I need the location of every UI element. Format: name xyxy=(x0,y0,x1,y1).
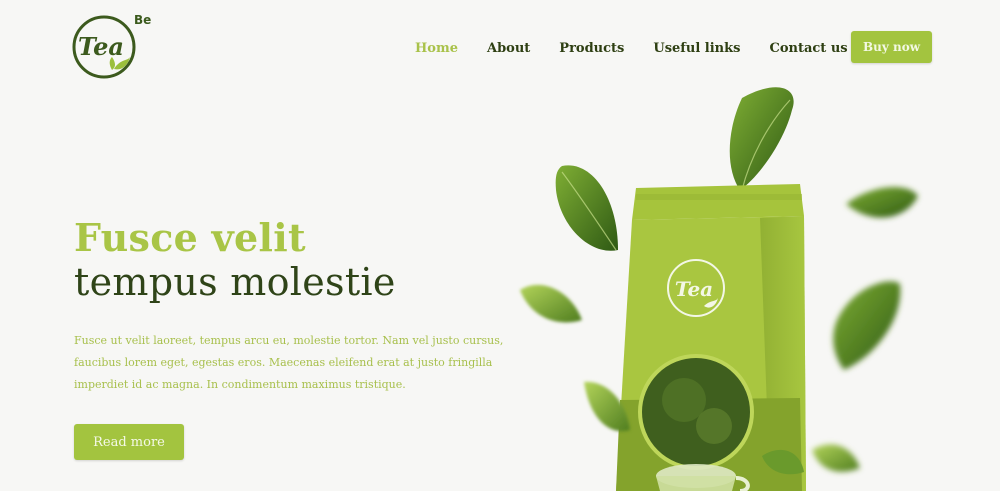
tea-bag: Tea xyxy=(616,184,806,491)
leaf-icon xyxy=(555,165,618,251)
nav-item-contact-us[interactable]: Contact us xyxy=(769,41,847,56)
nav-item-useful-links[interactable]: Useful links xyxy=(653,41,740,56)
read-more-button[interactable]: Read more xyxy=(74,424,184,460)
leaf-icon xyxy=(520,284,582,323)
buy-now-button[interactable]: Buy now xyxy=(851,31,932,63)
hero-title-line2: tempus molestie xyxy=(74,260,396,304)
leaf-icon xyxy=(833,281,901,370)
tea-package-illustration: Tea xyxy=(500,80,1000,491)
nav-item-about[interactable]: About xyxy=(487,41,530,56)
package-logo-text: Tea xyxy=(675,277,713,301)
nav-item-products[interactable]: Products xyxy=(559,41,624,56)
nav-item-home[interactable]: Home xyxy=(415,41,458,56)
logo-text: Tea xyxy=(78,32,124,61)
leaf-icon xyxy=(812,444,860,472)
main-nav: Home About Products Useful links Contact… xyxy=(415,39,877,57)
brand-logo[interactable]: Tea Be xyxy=(70,13,152,83)
tea-logo-icon: Tea xyxy=(72,15,136,79)
hero-description: Fusce ut velit laoreet, tempus arcu eu, … xyxy=(74,334,504,391)
leaf-icon xyxy=(729,87,794,191)
hero-title-line1: Fusce velit xyxy=(74,215,306,260)
leaf-icon xyxy=(846,186,918,218)
logo-superscript: Be xyxy=(134,13,152,27)
